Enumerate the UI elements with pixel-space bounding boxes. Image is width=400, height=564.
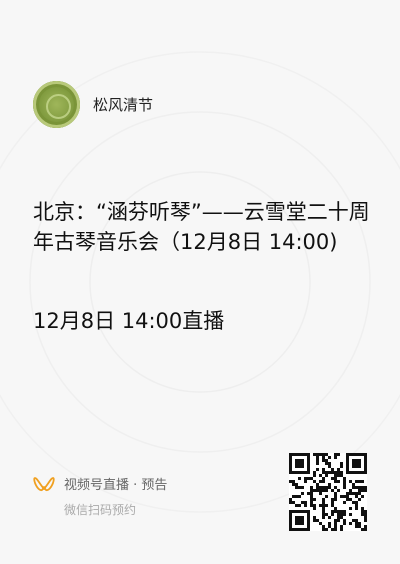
account-name[interactable]: 松风清节 bbox=[93, 94, 153, 115]
channels-icon bbox=[33, 476, 55, 491]
scan-hint: 微信扫码预约 bbox=[64, 503, 137, 517]
event-title: 北京：“涵芬听琴”——云雪堂二十周年古琴音乐会（12月8日 14:00) bbox=[33, 200, 370, 254]
qr-code[interactable] bbox=[289, 453, 367, 531]
live-preview-label: 视频号直播 · 预告 bbox=[64, 478, 168, 493]
event-time: 12月8日 14:00直播 bbox=[33, 309, 225, 333]
avatar[interactable] bbox=[33, 81, 80, 128]
footer-info: 视频号直播 · 预告 微信扫码预约 bbox=[33, 474, 167, 518]
account-header: 松风清节 bbox=[33, 81, 153, 128]
